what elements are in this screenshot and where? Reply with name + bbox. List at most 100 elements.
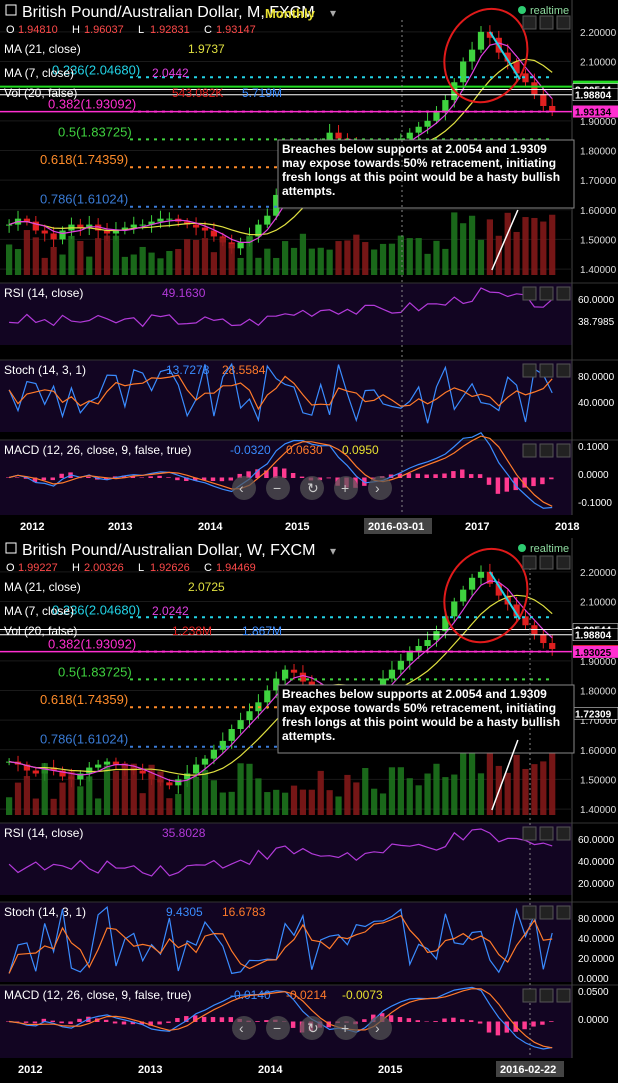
ohlc-key: H <box>72 562 80 574</box>
candle <box>460 589 467 602</box>
candle <box>228 729 235 741</box>
x-tick: 2018 <box>555 521 579 533</box>
pane-close-icon[interactable] <box>556 286 571 301</box>
volume-bar <box>6 244 13 275</box>
macd-histogram-bar <box>112 1021 118 1024</box>
pane-up-icon[interactable] <box>522 905 537 920</box>
macd-histogram-bar <box>451 1017 456 1022</box>
indicator-value: 28.5584 <box>222 363 266 377</box>
price-badge-text: 1.72309 <box>575 709 612 720</box>
price-badge-text: 1.98804 <box>575 631 612 642</box>
x-tick: 2014 <box>258 1064 283 1076</box>
pane-down-icon[interactable] <box>539 826 554 841</box>
volume-bar <box>23 230 31 275</box>
scroll-right-button[interactable] <box>368 476 392 500</box>
macd-histogram-bar <box>397 1017 403 1022</box>
price-tick: 1.60000 <box>580 746 617 757</box>
pane-up-icon[interactable] <box>522 443 537 458</box>
pane-down-icon[interactable] <box>539 286 554 301</box>
price-tick: 2.20000 <box>580 28 617 39</box>
volume-bar <box>139 793 146 815</box>
pane-up-icon[interactable] <box>522 826 537 841</box>
vol-value: 543.082K <box>172 86 223 100</box>
pane-close-icon[interactable] <box>556 363 571 378</box>
candle <box>32 770 39 774</box>
price-tick: 1.50000 <box>580 775 617 786</box>
fib-label: 0.618(1.74359) <box>40 152 128 167</box>
candle <box>139 770 146 774</box>
volume-bar <box>59 782 66 815</box>
pane-up-icon[interactable] <box>522 988 537 1003</box>
indicator-value: 9.4305 <box>166 905 203 919</box>
pane-up-icon[interactable] <box>522 363 537 378</box>
macd-histogram-bar <box>166 477 171 478</box>
pane-down-icon[interactable] <box>539 905 554 920</box>
vol-value: 1.238M <box>172 624 212 638</box>
fib-label: 0.786(1.61024) <box>40 732 128 747</box>
macd-histogram-bar <box>14 477 20 478</box>
pane-down-icon[interactable] <box>539 555 554 570</box>
volume-bar <box>246 763 253 815</box>
candle <box>210 749 218 759</box>
pane-close-icon[interactable] <box>556 15 571 30</box>
volume-bar <box>166 798 173 815</box>
pane-close-icon[interactable] <box>556 826 571 841</box>
x-tick: 2016-03-01 <box>368 521 424 533</box>
fib-label: 0.618(1.74359) <box>40 692 128 707</box>
chart-root: 2.200002.100002.000001.900001.800001.700… <box>0 0 618 1078</box>
volume-bar <box>326 790 333 815</box>
ohlc-value: 1.92831 <box>150 24 190 36</box>
pane-down-icon[interactable] <box>539 988 554 1003</box>
scroll-left-button[interactable] <box>232 476 256 500</box>
pane-down-icon[interactable] <box>539 15 554 30</box>
macd-histogram-bar <box>139 477 144 478</box>
candle <box>103 761 111 765</box>
price-tick: 2.10000 <box>580 58 617 69</box>
candle <box>59 230 66 240</box>
ohlc-value: 2.00326 <box>84 562 124 574</box>
volume-bar <box>379 793 387 815</box>
volume-bar <box>50 246 57 275</box>
volume-bar <box>406 238 413 275</box>
macd-histogram-bar <box>210 477 216 481</box>
macd-histogram-bar <box>86 476 91 478</box>
pane-close-icon[interactable] <box>556 555 571 570</box>
pane-up-icon[interactable] <box>522 15 537 30</box>
candle <box>192 764 200 774</box>
macd-tick: 0.1000 <box>578 442 609 453</box>
pane-up-icon[interactable] <box>522 555 537 570</box>
title-dropdown-icon: ▾ <box>330 6 336 20</box>
indicator-label: RSI (14, close) <box>4 286 83 300</box>
macd-histogram-bar <box>148 476 153 478</box>
annotation-container: Breaches below supports at 2.0054 and 1.… <box>282 142 560 198</box>
volume-bar <box>424 773 431 815</box>
volume-bar <box>59 254 66 275</box>
volume-bar <box>460 753 467 815</box>
volume-bar <box>95 798 102 815</box>
volume-bar <box>255 778 262 815</box>
macd-histogram-bar <box>549 1021 554 1022</box>
pane-down-icon[interactable] <box>539 363 554 378</box>
candle <box>237 242 244 249</box>
pane-close-icon[interactable] <box>556 905 571 920</box>
pane-close-icon[interactable] <box>556 443 571 458</box>
ma7-value: 2.0242 <box>152 604 189 618</box>
pane-up-icon[interactable] <box>522 286 537 301</box>
realtime-label: realtime <box>530 543 569 555</box>
pane-close-icon[interactable] <box>556 988 571 1003</box>
volume-bar <box>192 239 200 275</box>
volume-bar <box>41 257 48 275</box>
volume-bar <box>210 780 218 815</box>
ma7-value: 2.0442 <box>152 66 189 80</box>
scroll-left-button[interactable] <box>232 1016 256 1040</box>
macd-histogram-bar <box>166 1021 171 1023</box>
candle <box>282 669 289 679</box>
volume-bar <box>130 763 137 815</box>
scroll-right-button[interactable] <box>368 1016 392 1040</box>
pane-down-icon[interactable] <box>539 443 554 458</box>
indicator-pane <box>0 823 572 895</box>
candle <box>166 782 173 786</box>
volume-bar <box>255 257 262 275</box>
volume-bar <box>103 235 111 275</box>
macd-histogram-bar <box>531 477 536 487</box>
